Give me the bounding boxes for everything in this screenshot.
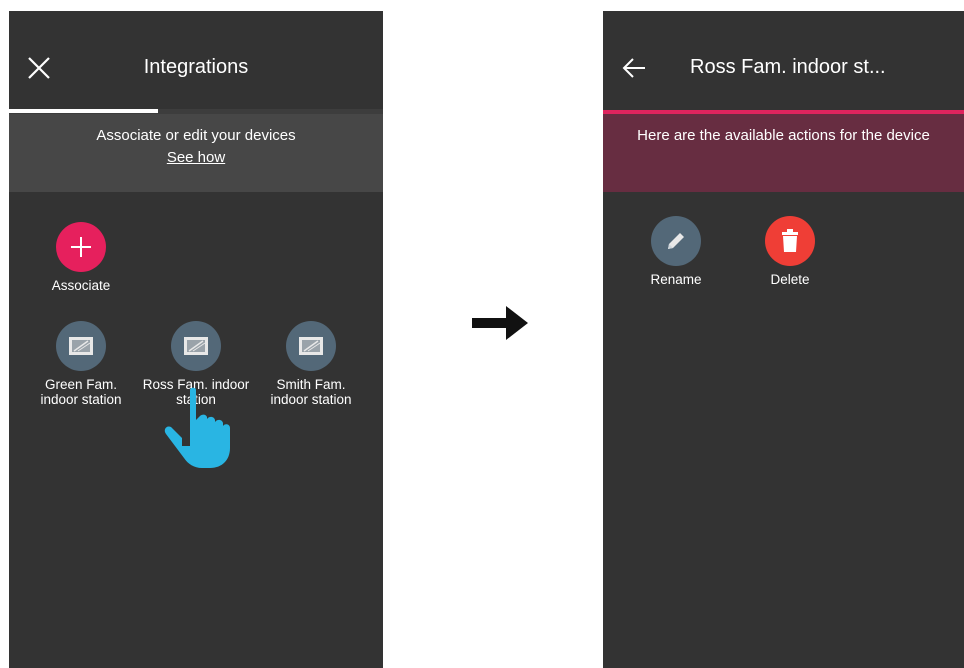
delete-label: Delete [770, 272, 810, 287]
device-label-line1: Smith Fam. [276, 377, 346, 392]
device-tile-green[interactable]: Green Fam. indoor station [21, 321, 141, 407]
monitor-icon [171, 321, 221, 371]
info-banner: Here are the available actions for the d… [603, 114, 964, 192]
tab-indicator [9, 109, 158, 113]
plus-icon [56, 222, 106, 272]
rename-button[interactable]: Rename [616, 216, 736, 287]
device-label-line2: indoor station [270, 392, 352, 407]
device-actions-screen: Ross Fam. indoor st... Here are the avai… [603, 11, 964, 668]
arrow-right-icon [472, 306, 528, 340]
info-banner: Associate or edit your devices See how [9, 114, 383, 192]
trash-icon [765, 216, 815, 266]
banner-text: Here are the available actions for the d… [637, 127, 930, 144]
monitor-icon [286, 321, 336, 371]
see-how-link[interactable]: See how [9, 149, 383, 166]
device-tile-smith[interactable]: Smith Fam. indoor station [251, 321, 371, 407]
integrations-screen: Integrations Associate or edit your devi… [9, 11, 383, 668]
header: Ross Fam. indoor st... [603, 11, 964, 111]
associate-label: Associate [51, 278, 111, 293]
delete-button[interactable]: Delete [730, 216, 850, 287]
rename-label: Rename [650, 272, 702, 287]
device-label-line2: indoor station [40, 392, 122, 407]
pointing-hand-icon [164, 387, 230, 468]
pencil-icon [651, 216, 701, 266]
monitor-icon [56, 321, 106, 371]
header: Integrations [9, 11, 383, 111]
back-arrow-icon[interactable] [621, 56, 647, 80]
page-title: Integrations [143, 56, 249, 78]
device-label-line1: Green Fam. [44, 377, 118, 392]
page-title: Ross Fam. indoor st... [690, 56, 886, 78]
banner-text: Associate or edit your devices [96, 127, 296, 144]
associate-button[interactable]: Associate [21, 222, 141, 293]
